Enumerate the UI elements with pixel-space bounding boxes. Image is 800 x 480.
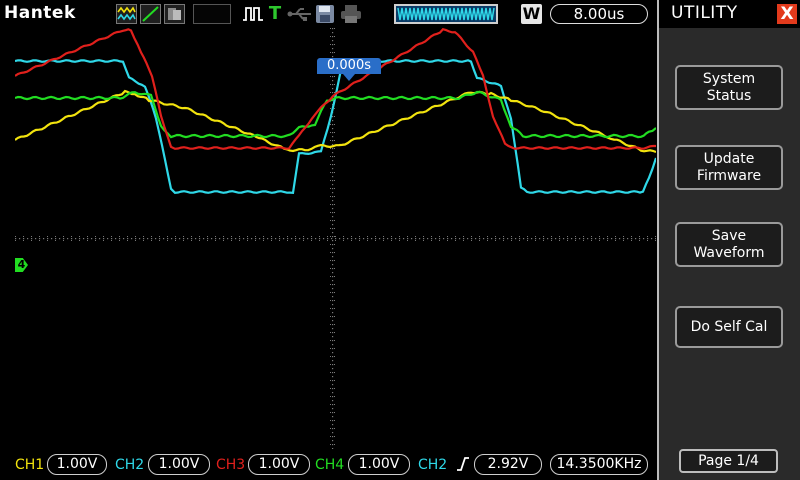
ch1-scale[interactable]: 1.00V [47, 454, 107, 475]
pulse-icon [242, 4, 264, 24]
menu-header: UTILITY X [659, 0, 800, 28]
trace-ch4 [14, 90, 657, 139]
ch2-scale[interactable]: 1.00V [148, 454, 210, 475]
channel-status-bar: CH1 1.00V CH2 1.00V CH3 1.00V CH4 1.00V … [0, 449, 657, 480]
ch3-scale[interactable]: 1.00V [248, 454, 310, 475]
ch1-label[interactable]: CH1 [15, 457, 44, 473]
brand-logo: Hantek [4, 3, 76, 23]
timebase-readout[interactable]: 8.00us [550, 4, 648, 24]
waveform-icon[interactable] [116, 4, 137, 24]
system-status-button[interactable]: System Status [675, 65, 783, 110]
memory-timeline[interactable] [394, 4, 498, 24]
printer-icon[interactable] [340, 4, 362, 24]
save-waveform-button[interactable]: Save Waveform [675, 222, 783, 267]
update-firmware-button[interactable]: Update Firmware [675, 145, 783, 190]
trace-ch3 [14, 27, 656, 150]
trigger-level[interactable]: 2.92V [474, 454, 542, 475]
line-draw-icon[interactable] [140, 4, 161, 24]
rising-edge-icon [456, 455, 470, 473]
trigger-frequency: 14.3500KHz [550, 454, 648, 475]
usb-icon [287, 4, 313, 24]
ch2-label[interactable]: CH2 [115, 457, 144, 473]
self-calibration-button[interactable]: Do Self Cal [675, 306, 783, 348]
trigger-source[interactable]: CH2 [418, 457, 447, 473]
menu-page-button[interactable]: Page 1/4 [679, 449, 778, 473]
waveform-display[interactable]: 0.000s 4 [14, 27, 670, 450]
status-slot [193, 4, 231, 24]
trigger-position-readout[interactable]: 0.000s [317, 58, 381, 81]
save-icon[interactable] [315, 4, 335, 24]
menu-title: UTILITY [671, 3, 738, 23]
persistence-icon[interactable] [164, 4, 185, 24]
close-menu-button[interactable]: X [777, 4, 797, 24]
ch3-label[interactable]: CH3 [216, 457, 245, 473]
ch4-label[interactable]: CH4 [315, 457, 344, 473]
trigger-icon: T [268, 3, 282, 24]
ch4-scale[interactable]: 1.00V [348, 454, 410, 475]
trace-ch2 [14, 58, 658, 194]
acquire-mode-badge: W [521, 4, 542, 24]
utility-menu-panel: UTILITY X System Status Update Firmware … [657, 0, 800, 480]
top-status-bar: Hantek T W 8.00us [0, 0, 657, 28]
